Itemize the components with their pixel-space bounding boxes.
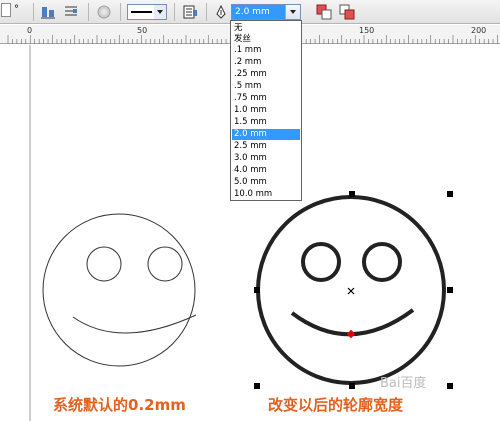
selection-handles[interactable] xyxy=(254,191,453,389)
dropdown-option[interactable]: 2.5 mm xyxy=(232,141,300,152)
wrap-text-icon[interactable] xyxy=(63,4,79,20)
dropdown-option[interactable]: 10.0 mm xyxy=(232,189,300,200)
dropdown-option[interactable]: 3.0 mm xyxy=(232,153,300,164)
dropdown-option[interactable]: 发丝 xyxy=(232,34,300,45)
toolbar-separator xyxy=(33,3,34,21)
outline-width-value[interactable]: 2.0 mm xyxy=(232,5,285,19)
ruler-label: 50 xyxy=(137,26,148,35)
to-back-icon[interactable] xyxy=(339,4,355,20)
dropdown-option[interactable]: .75 mm xyxy=(232,93,300,104)
align-icon[interactable] xyxy=(40,4,56,20)
center-marker-icon xyxy=(347,287,355,295)
dropdown-option[interactable]: .5 mm xyxy=(232,81,300,92)
chevron-down-icon[interactable] xyxy=(285,5,300,19)
pen-icon[interactable] xyxy=(213,4,229,20)
disabled-shape-icon xyxy=(96,4,112,20)
degree-symbol: ° xyxy=(14,4,19,15)
ruler-label: 150 xyxy=(359,26,375,35)
toolbar-separator xyxy=(174,3,175,21)
caption-default-width: 系统默认的0.2mm xyxy=(53,396,186,414)
dropdown-option[interactable]: .1 mm xyxy=(232,45,300,56)
to-front-icon[interactable] xyxy=(316,4,332,20)
ruler-label: 0 xyxy=(27,26,33,35)
smiley-thin-outline[interactable] xyxy=(42,213,197,367)
dropdown-option[interactable]: 1.0 mm xyxy=(232,105,300,116)
toolbar-separator xyxy=(88,3,89,21)
smiley-thick-outline[interactable] xyxy=(256,195,446,385)
dropdown-option[interactable]: .2 mm xyxy=(232,57,300,68)
line-style-select[interactable] xyxy=(127,4,167,20)
dropdown-option[interactable]: 无 xyxy=(232,23,300,34)
dropdown-option[interactable]: .25 mm xyxy=(232,69,300,80)
caption-changed-width: 改变以后的轮廓宽度 xyxy=(268,396,404,414)
angle-field[interactable] xyxy=(1,3,11,17)
outline-width-dropdown[interactable]: 无发丝 .1 mm .2 mm .25 mm .5 mm .75 mm 1.0 mm 1.5 … xyxy=(230,20,302,201)
convert-icon[interactable] xyxy=(182,4,198,20)
dropdown-option[interactable]: 2.0 mm xyxy=(232,129,300,140)
toolbar-separator xyxy=(206,3,207,21)
line-style-icon xyxy=(131,5,166,19)
node-marker[interactable] xyxy=(346,329,356,339)
ruler-label: 200 xyxy=(471,26,487,35)
toolbar-separator xyxy=(120,3,121,21)
watermark: Bai百度 xyxy=(380,376,427,391)
dropdown-option[interactable]: 5.0 mm xyxy=(232,177,300,188)
dropdown-option[interactable]: 4.0 mm xyxy=(232,165,300,176)
dropdown-option[interactable]: 1.5 mm xyxy=(232,117,300,128)
outline-width-combobox[interactable]: 2.0 mm xyxy=(231,4,301,20)
